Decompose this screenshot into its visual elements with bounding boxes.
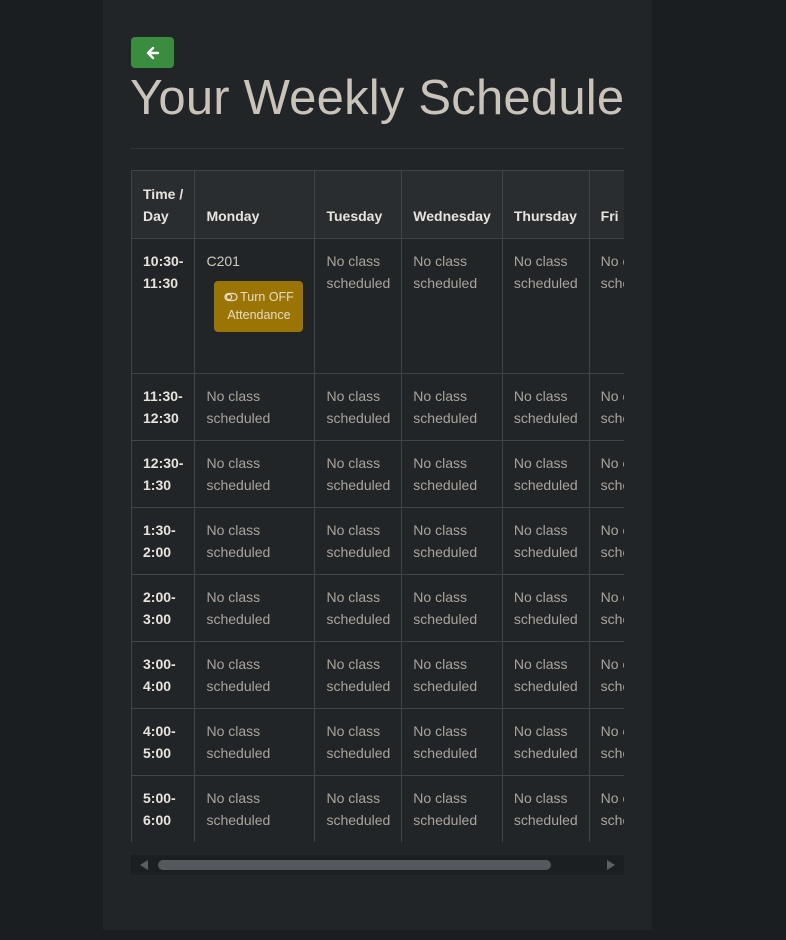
time-cell: 4:00-5:00 xyxy=(131,708,196,776)
table-row: 3:00-4:00 No class scheduled No class sc… xyxy=(131,641,624,709)
time-cell: 1:30-2:00 xyxy=(131,507,196,575)
schedule-cell: No class scheduled xyxy=(501,238,590,374)
schedule-table: Time / Day Monday Tuesday Wednesday Thur… xyxy=(131,170,624,842)
header-day: Fri xyxy=(588,170,624,239)
schedule-cell: No class scheduled xyxy=(314,641,403,709)
time-cell: 12:30-1:30 xyxy=(131,440,196,508)
time-cell: 5:00-6:00 xyxy=(131,775,196,842)
class-name: C201 xyxy=(206,253,240,269)
schedule-cell: No class scheduled xyxy=(314,440,403,508)
schedule-cell: No class scheduled xyxy=(194,507,316,575)
table-row: 11:30-12:30 No class scheduled No class … xyxy=(131,373,624,441)
schedule-cell: No class scheduled xyxy=(588,641,624,709)
header-day: Thursday xyxy=(501,170,590,239)
schedule-cell: No class scheduled xyxy=(501,440,590,508)
scrollbar-thumb[interactable] xyxy=(158,860,551,870)
schedule-cell: No class scheduled xyxy=(314,373,403,441)
schedule-cell: No class scheduled xyxy=(588,708,624,776)
schedule-cell: No class scheduled xyxy=(194,373,316,441)
table-row: 2:00-3:00 No class scheduled No class sc… xyxy=(131,574,624,642)
schedule-cell: No class scheduled xyxy=(401,238,503,374)
schedule-cell: No class scheduled xyxy=(314,775,403,842)
header-day: Wednesday xyxy=(401,170,503,239)
scroll-right-arrow-icon[interactable] xyxy=(607,860,615,870)
header-row: Time / Day Monday Tuesday Wednesday Thur… xyxy=(131,170,624,239)
schedule-cell: No class scheduled xyxy=(401,373,503,441)
header-time-day: Time / Day xyxy=(131,170,196,239)
schedule-cell: No class scheduled xyxy=(501,574,590,642)
scroll-left-arrow-icon[interactable] xyxy=(140,860,148,870)
schedule-cell: No class scheduled xyxy=(588,373,624,441)
table-row: 10:30-11:30 C201 Turn OFF Attendance No … xyxy=(131,238,624,374)
table-row: 12:30-1:30 No class scheduled No class s… xyxy=(131,440,624,508)
schedule-cell: No class scheduled xyxy=(588,775,624,842)
schedule-cell: No class scheduled xyxy=(314,238,403,374)
schedule-cell: No class scheduled xyxy=(588,507,624,575)
table-row: 4:00-5:00 No class scheduled No class sc… xyxy=(131,708,624,776)
schedule-cell: No class scheduled xyxy=(314,507,403,575)
class-cell: C201 Turn OFF Attendance xyxy=(194,238,316,374)
schedule-cell: No class scheduled xyxy=(501,641,590,709)
divider xyxy=(131,148,624,149)
schedule-cell: No class scheduled xyxy=(401,440,503,508)
schedule-cell: No class scheduled xyxy=(501,775,590,842)
header-day: Monday xyxy=(194,170,316,239)
schedule-cell: No class scheduled xyxy=(501,373,590,441)
toggle-icon xyxy=(224,292,238,302)
table-row: 5:00-6:00 No class scheduled No class sc… xyxy=(131,775,624,842)
back-button[interactable] xyxy=(131,37,174,68)
table-row: 1:30-2:00 No class scheduled No class sc… xyxy=(131,507,624,575)
schedule-cell: No class scheduled xyxy=(588,238,624,374)
time-cell: 3:00-4:00 xyxy=(131,641,196,709)
schedule-cell: No class scheduled xyxy=(314,708,403,776)
schedule-cell: No class scheduled xyxy=(588,440,624,508)
horizontal-scrollbar[interactable] xyxy=(131,855,624,875)
schedule-cell: No class scheduled xyxy=(501,507,590,575)
schedule-cell: No class scheduled xyxy=(501,708,590,776)
schedule-cell: No class scheduled xyxy=(194,775,316,842)
schedule-cell: No class scheduled xyxy=(401,641,503,709)
schedule-cell: No class scheduled xyxy=(401,775,503,842)
time-cell: 10:30-11:30 xyxy=(131,238,196,374)
schedule-cell: No class scheduled xyxy=(194,708,316,776)
turn-off-attendance-button[interactable]: Turn OFF Attendance xyxy=(214,281,304,332)
header-day: Tuesday xyxy=(314,170,403,239)
arrow-left-icon xyxy=(146,46,159,59)
time-cell: 11:30-12:30 xyxy=(131,373,196,441)
schedule-cell: No class scheduled xyxy=(401,708,503,776)
schedule-cell: No class scheduled xyxy=(314,574,403,642)
schedule-cell: No class scheduled xyxy=(194,440,316,508)
time-cell: 2:00-3:00 xyxy=(131,574,196,642)
page-title: Your Weekly Schedule xyxy=(130,71,625,125)
schedule-cell: No class scheduled xyxy=(194,574,316,642)
schedule-cell: No class scheduled xyxy=(401,574,503,642)
schedule-cell: No class scheduled xyxy=(401,507,503,575)
schedule-cell: No class scheduled xyxy=(194,641,316,709)
schedule-cell: No class scheduled xyxy=(588,574,624,642)
main-panel: Your Weekly Schedule Time / Day Monday T… xyxy=(103,0,652,930)
schedule-table-container[interactable]: Time / Day Monday Tuesday Wednesday Thur… xyxy=(131,170,624,842)
